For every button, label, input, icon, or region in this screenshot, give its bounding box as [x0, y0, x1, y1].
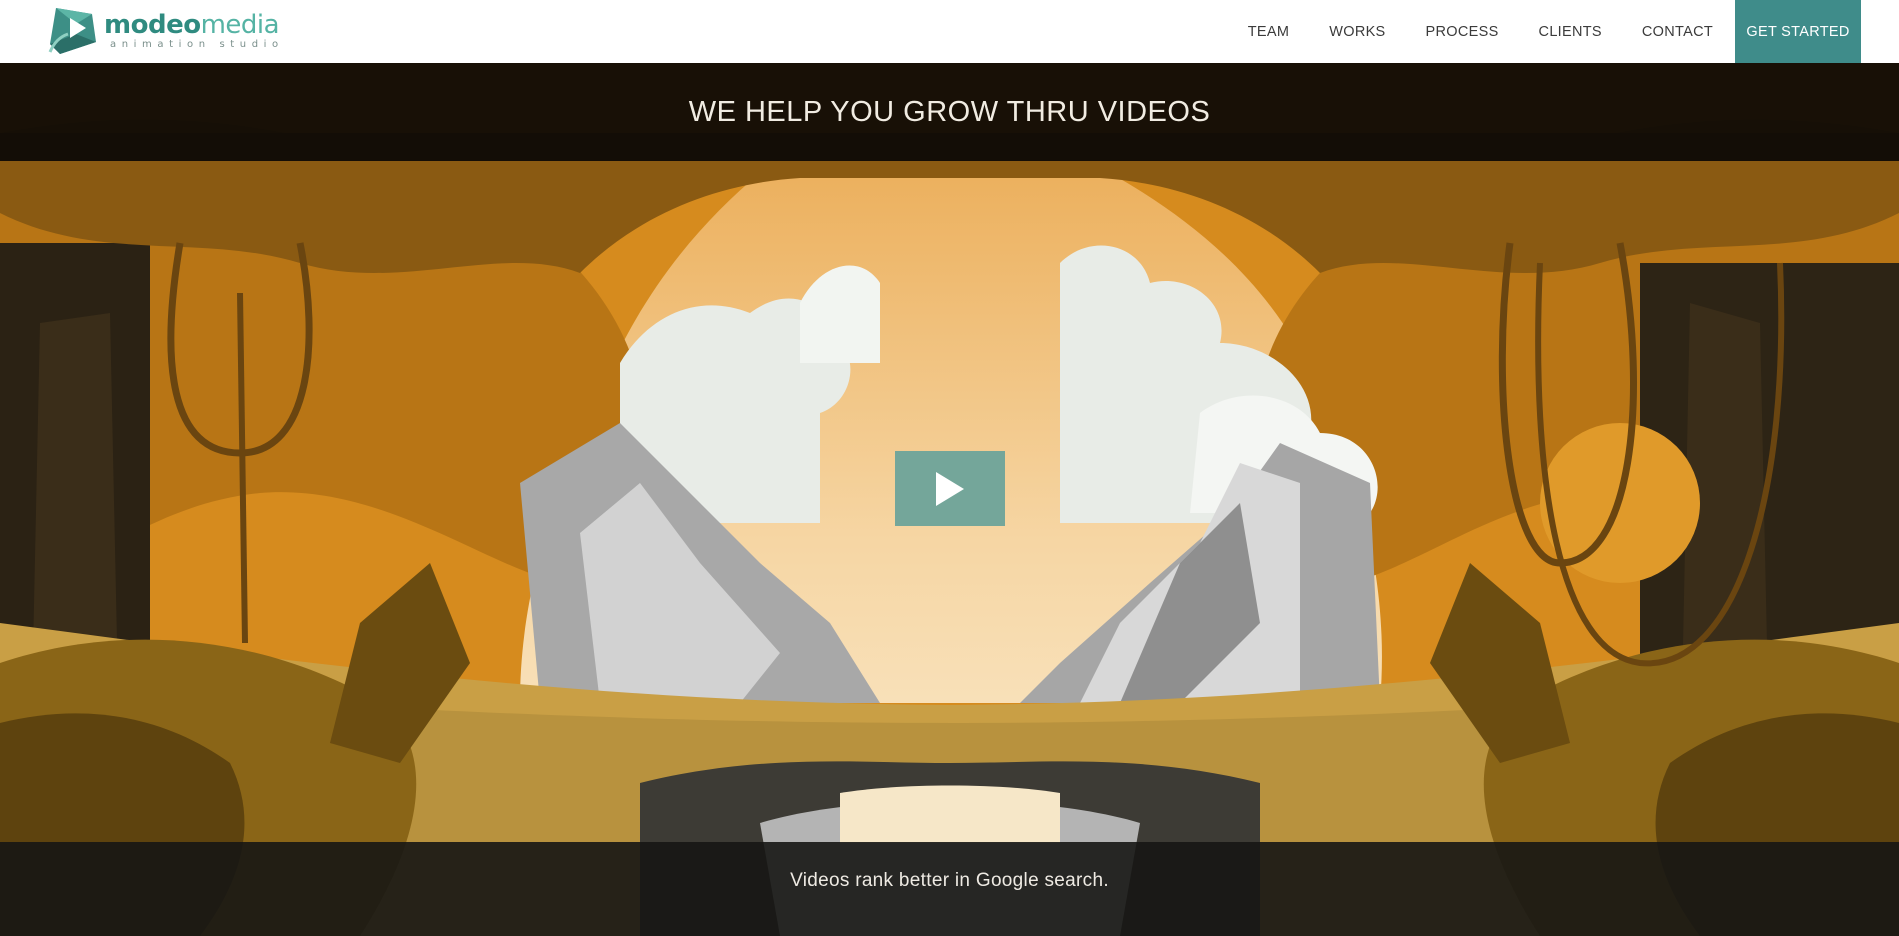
nav-item-team[interactable]: TEAM [1248, 24, 1289, 40]
hero-title-bar: WE HELP YOU GROW THRU VIDEOS [0, 63, 1899, 161]
logo-wordmark: modeomedia animation studio [104, 12, 284, 50]
logo-tagline: animation studio [110, 39, 284, 50]
hero-title: WE HELP YOU GROW THRU VIDEOS [688, 95, 1211, 128]
get-started-button[interactable]: GET STARTED [1735, 0, 1861, 63]
play-icon [936, 471, 964, 506]
site-header: modeomedia animation studio TEAM WORKS P… [0, 0, 1899, 63]
nav-item-process[interactable]: PROCESS [1426, 24, 1499, 40]
logo-icon [48, 8, 96, 54]
logo-link[interactable]: modeomedia animation studio [46, 4, 284, 58]
main-nav: TEAM WORKS PROCESS CLIENTS CONTACT GET S… [1208, 0, 1861, 63]
logo-name-part2: media [200, 10, 280, 40]
play-video-button[interactable] [895, 451, 1005, 526]
logo-name-part1: modeo [104, 10, 201, 40]
logo-name: modeomedia [104, 12, 284, 38]
nav-item-clients[interactable]: CLIENTS [1539, 24, 1602, 40]
hero-caption: Videos rank better in Google search. [790, 870, 1109, 891]
hero-caption-bar: Videos rank better in Google search. [0, 842, 1899, 936]
nav-item-works[interactable]: WORKS [1329, 24, 1385, 40]
nav-item-contact[interactable]: CONTACT [1642, 24, 1713, 40]
hero-section: WE HELP YOU GROW THRU VIDEOS Videos rank… [0, 63, 1899, 936]
